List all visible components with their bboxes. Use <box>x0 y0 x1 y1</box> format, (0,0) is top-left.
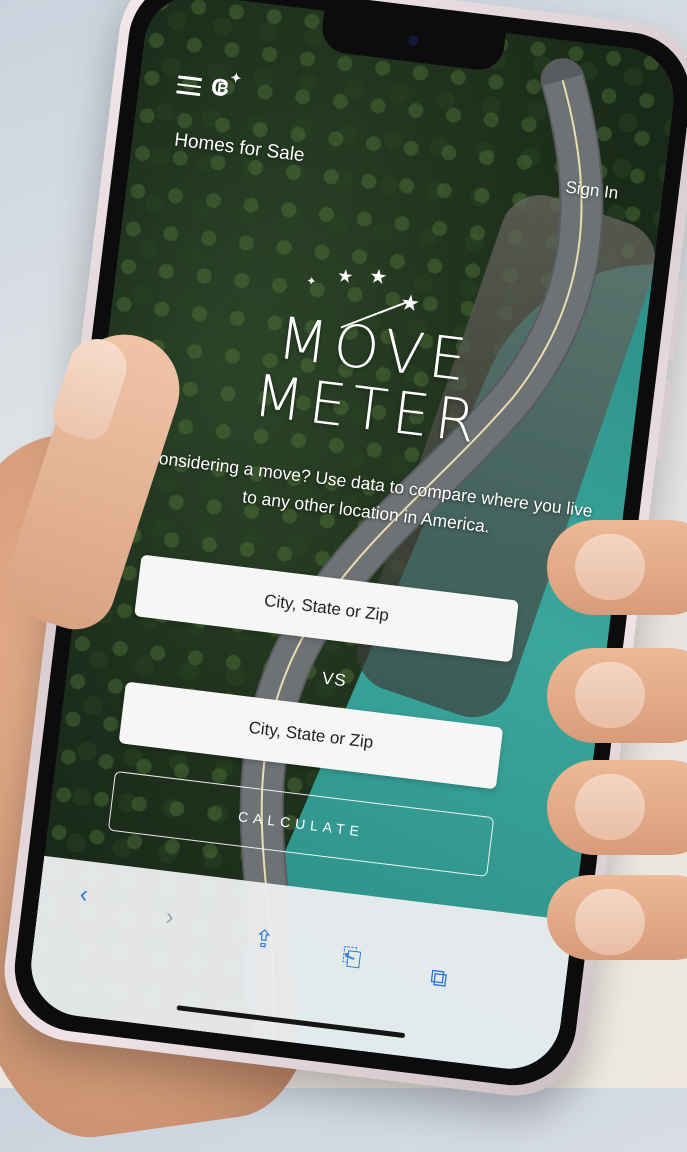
hand-finger <box>547 760 687 855</box>
hand-finger <box>547 520 687 615</box>
hand-finger <box>547 648 687 743</box>
tabs-icon[interactable]: ⧉ <box>429 964 449 994</box>
hand-finger <box>547 875 687 960</box>
share-icon[interactable]: ⇪ <box>252 924 275 955</box>
back-icon[interactable]: ‹ <box>78 881 89 910</box>
forward-icon[interactable]: › <box>164 903 175 932</box>
brand-logo-icon[interactable]: C B ✦ <box>209 70 243 107</box>
bookmarks-icon[interactable]: ⎗ <box>340 943 363 973</box>
hamburger-menu-icon[interactable] <box>176 75 203 96</box>
